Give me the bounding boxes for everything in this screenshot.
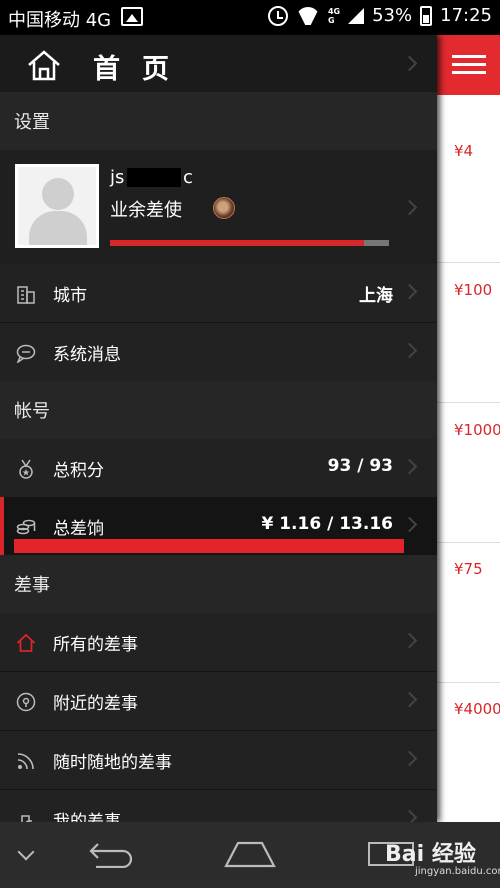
hide-navbar-icon[interactable] [17,843,35,861]
level-badge-icon [213,197,235,219]
menu-item-label: 随时随地的差事 [53,753,172,773]
peek-divider [437,262,500,263]
menu-item-system-messages[interactable]: 系统消息 [0,323,437,381]
menu-item-total-points[interactable]: 总积分 93 / 93 [0,439,437,497]
chevron-right-icon [401,809,418,822]
chevron-right-icon [401,632,418,649]
menu-item-city[interactable]: 城市 上海 [0,264,437,322]
highlight-underline [14,539,404,553]
page-title: 首页 [93,54,191,85]
section-header-account: 帐号 [0,381,437,439]
menu-icon[interactable] [452,55,486,75]
network-type-label: 4G G [327,6,341,25]
avatar[interactable] [15,164,99,248]
menu-item-label: 总差饷 [53,519,104,539]
selection-indicator [0,497,4,555]
chat-bubble-icon [16,344,36,363]
city-value: 上海 [359,286,393,306]
peek-divider [437,402,500,403]
level-progress-fill [110,240,364,246]
section-title: 设置 [14,112,50,133]
battery-icon [420,5,433,26]
menu-item-label: 总积分 [53,461,104,481]
level-progress-bar [110,240,389,246]
drawer-header[interactable]: 首页 [0,35,437,92]
menu-item-nearby-errands[interactable]: 附近的差事 [0,672,437,730]
points-value: 93 / 93 [327,456,393,476]
building-icon [17,286,35,304]
home-button[interactable] [224,840,276,868]
rss-icon [17,753,34,770]
system-navigation-bar: Bai 经验 jingyan.baidu.com [0,822,500,888]
location-pin-icon [16,692,36,712]
peek-price: ¥100 [454,281,493,299]
chevron-right-icon [401,691,418,708]
menu-item-label: 所有的差事 [53,635,138,655]
peek-header [437,35,500,95]
menu-item-label: 我的差事 [53,812,121,822]
chevron-right-icon [401,342,418,359]
pay-value: ¥ 1.16 / 13.16 [261,514,393,534]
chevron-right-icon [401,516,418,533]
alarm-icon [267,5,288,26]
peek-price: ¥1000 [454,421,500,439]
coins-icon [16,519,36,535]
back-button[interactable] [88,840,134,868]
peek-price: ¥4 [454,142,474,160]
chevron-right-icon [401,750,418,767]
peek-price: ¥4000 [454,700,500,718]
menu-item-all-errands[interactable]: 所有的差事 [0,613,437,671]
section-header-errands: 差事 [0,555,437,613]
gallery-notification-icon [121,7,143,26]
carrier-label: 中国移动 4G [8,10,112,31]
username-prefix: js [110,167,125,188]
section-title: 差事 [14,575,50,596]
signal-icon [348,7,365,24]
hand-icon [21,815,32,822]
section-title: 帐号 [14,401,50,422]
chevron-right-icon [401,199,418,216]
username-redaction [127,168,181,187]
main-content-peek[interactable]: ¥4 ¥100 ¥1000 ¥75 ¥4000 [437,35,500,822]
watermark-logo: Bai 经验 jingyan.baidu.com [385,842,500,877]
menu-item-label: 系统消息 [53,345,121,365]
battery-percent: 53% [372,5,413,26]
menu-item-my-errands[interactable]: 我的差事 [0,790,437,822]
navigation-drawer: 首页 设置 js c 业余差使 城市 上海 系统消息 帐号 总积分 93 / 9… [0,35,437,822]
home-outline-icon [16,633,36,652]
user-level: 业余差使 [110,200,182,221]
peek-price: ¥75 [454,560,483,578]
status-bar: 中国移动 4G 4G G 53% 17:25 [0,0,500,35]
peek-divider [437,682,500,683]
chevron-right-icon [401,283,418,300]
medal-icon [19,459,33,479]
section-header-settings: 设置 [0,92,437,150]
home-icon [28,50,60,81]
chevron-right-icon [401,458,418,475]
clock: 17:25 [440,5,492,26]
menu-item-anytime-errands[interactable]: 随时随地的差事 [0,731,437,789]
wifi-icon [296,7,320,25]
chevron-right-icon [401,55,418,72]
menu-item-label: 城市 [53,286,87,306]
menu-item-label: 附近的差事 [53,694,138,714]
peek-divider [437,542,500,543]
username-suffix: c [183,167,193,188]
user-profile[interactable]: js c 业余差使 [0,150,437,264]
